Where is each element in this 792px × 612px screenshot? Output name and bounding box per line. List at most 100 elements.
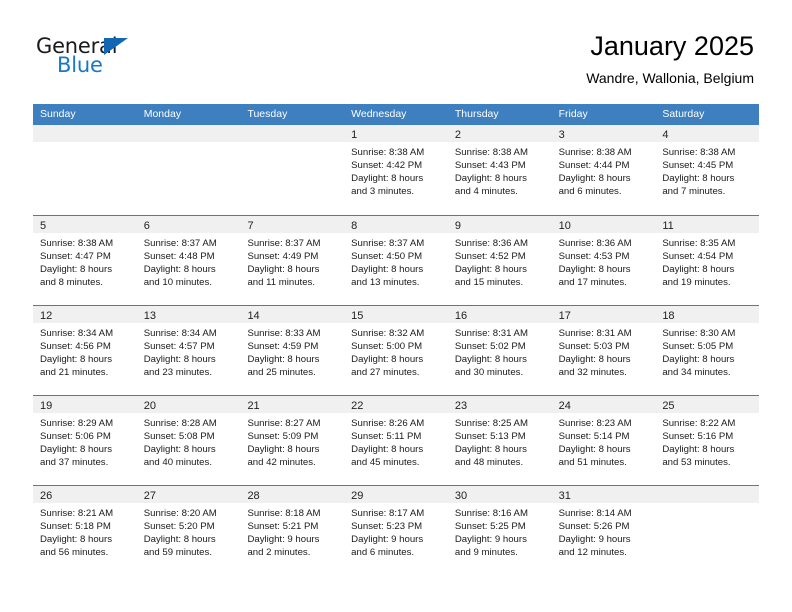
- daylight-text: Daylight: 8 hours: [558, 173, 631, 185]
- daylight-text: Daylight: 8 hours: [247, 264, 320, 276]
- sunrise-text: Sunrise: 8:38 AM: [351, 147, 425, 158]
- calendar-day-cell[interactable]: 11 Sunrise: 8:35 AM Sunset: 4:54 PM Dayligh…: [655, 216, 760, 305]
- day-number: 8: [351, 220, 358, 232]
- daylight-text: and 48 minutes.: [454, 457, 524, 469]
- calendar-day-cell[interactable]: 30 Sunrise: 8:16 AM Sunset: 5:25 PM Dayligh…: [447, 486, 552, 575]
- day-number: 4: [662, 129, 669, 141]
- calendar-day-cell[interactable]: 26 Sunrise: 8:21 AM Sunset: 5:18 PM Dayligh…: [33, 486, 137, 575]
- day-number: 20: [143, 400, 156, 412]
- calendar-day-cell[interactable]: 10 Sunrise: 8:36 AM Sunset: 4:53 PM Dayligh…: [551, 216, 656, 305]
- calendar-day-cell[interactable]: 19 Sunrise: 8:29 AM Sunset: 5:06 PM Dayligh…: [33, 396, 137, 485]
- day-details: Sunrise: 8:37 AM Sunset: 4:48 PM Daylight:…: [137, 233, 241, 289]
- calendar-day-cell[interactable]: 29 Sunrise: 8:17 AM Sunset: 5:23 PM Dayligh…: [344, 486, 448, 575]
- calendar-day-cell[interactable]: 18 Sunrise: 8:30 AM Sunset: 5:05 PM Dayligh…: [655, 306, 760, 395]
- day-number: 16: [454, 310, 468, 322]
- calendar-day-cell[interactable]: 4 Sunrise: 8:38 AM Sunset: 4:45 PM Daylight…: [655, 125, 760, 215]
- calendar-day-cell[interactable]: 23 Sunrise: 8:25 AM Sunset: 5:13 PM Dayligh…: [447, 396, 552, 485]
- sunset-text: Sunset: 4:59 PM: [247, 341, 319, 353]
- calendar-day-cell[interactable]: 7 Sunrise: 8:37 AM Sunset: 4:49 PM Daylight…: [240, 216, 345, 305]
- daylight-text: Daylight: 8 hours: [662, 173, 735, 185]
- day-number: 18: [662, 310, 675, 322]
- calendar-day-cell[interactable]: 24 Sunrise: 8:23 AM Sunset: 5:14 PM Dayligh…: [551, 396, 656, 485]
- daylight-text: Daylight: 8 hours: [558, 354, 631, 366]
- day-number: 30: [454, 490, 468, 502]
- weekday-header-row: Sunday Monday Tuesday Wednesday Thursday Frid…: [33, 104, 759, 125]
- calendar-day-cell[interactable]: 6 Sunrise: 8:37 AM Sunset: 4:48 PM Daylight…: [136, 216, 241, 305]
- calendar-week-row: 12 Sunrise: 8:34 AM Sunset: 4:56 PM Dayligh…: [33, 305, 760, 395]
- day-details: Sunrise: 8:34 AM Sunset: 4:56 PM Daylight:…: [33, 323, 137, 379]
- sunrise-text: Sunrise: 8:14 AM: [558, 508, 632, 519]
- calendar-day-cell[interactable]: 17 Sunrise: 8:31 AM Sunset: 5:03 PM Dayligh…: [551, 306, 656, 395]
- day-number-band: 15: [344, 306, 448, 323]
- day-number: 13: [143, 310, 156, 322]
- calendar-day-cell[interactable]: 27 Sunrise: 8:20 AM Sunset: 5:20 PM Dayligh…: [136, 486, 241, 575]
- day-number-band: [136, 125, 241, 142]
- day-number: 24: [558, 400, 571, 412]
- sunrise-text: Sunrise: 8:38 AM: [662, 147, 736, 158]
- calendar-day-cell[interactable]: 28 Sunrise: 8:18 AM Sunset: 5:21 PM Dayligh…: [240, 486, 345, 575]
- calendar-day-cell-empty: [655, 486, 760, 575]
- calendar-day-cell[interactable]: 16 Sunrise: 8:31 AM Sunset: 5:02 PM Dayligh…: [447, 306, 552, 395]
- day-details: Sunrise: 8:37 AM Sunset: 4:50 PM Daylight:…: [344, 233, 448, 289]
- daylight-text: and 59 minutes.: [143, 547, 212, 559]
- page-subtitle: Wandre, Wallonia, Belgium: [586, 70, 754, 86]
- daylight-text: Daylight: 8 hours: [247, 354, 320, 366]
- calendar-day-cell[interactable]: 22 Sunrise: 8:26 AM Sunset: 5:11 PM Dayligh…: [344, 396, 448, 485]
- day-number-band: 16: [447, 306, 552, 323]
- sunset-text: Sunset: 5:05 PM: [662, 341, 734, 353]
- calendar-day-cell[interactable]: 20 Sunrise: 8:28 AM Sunset: 5:08 PM Dayligh…: [136, 396, 241, 485]
- calendar-day-cell[interactable]: 31 Sunrise: 8:14 AM Sunset: 5:26 PM Dayligh…: [551, 486, 656, 575]
- daylight-text: and 27 minutes.: [351, 367, 420, 379]
- day-details: Sunrise: 8:31 AM Sunset: 5:03 PM Daylight:…: [552, 323, 656, 379]
- day-number-band: 23: [447, 396, 552, 413]
- daylight-text: Daylight: 8 hours: [662, 264, 735, 276]
- day-number-band: 12: [33, 306, 137, 323]
- day-details: Sunrise: 8:23 AM Sunset: 5:14 PM Daylight:…: [552, 413, 656, 469]
- daylight-text: Daylight: 8 hours: [558, 444, 631, 456]
- calendar-day-cell[interactable]: 2 Sunrise: 8:38 AM Sunset: 4:43 PM Daylight…: [447, 125, 552, 215]
- sunset-text: Sunset: 5:02 PM: [454, 341, 526, 353]
- sunrise-text: Sunrise: 8:37 AM: [247, 238, 321, 249]
- calendar-day-cell[interactable]: 3 Sunrise: 8:38 AM Sunset: 4:44 PM Daylight…: [551, 125, 656, 215]
- sunset-text: Sunset: 5:13 PM: [454, 431, 526, 443]
- day-number-band: 26: [33, 486, 137, 503]
- sunrise-text: Sunrise: 8:31 AM: [558, 328, 632, 339]
- day-number-band: 18: [655, 306, 760, 323]
- calendar-day-cell[interactable]: 13 Sunrise: 8:34 AM Sunset: 4:57 PM Dayligh…: [136, 306, 241, 395]
- daylight-text: Daylight: 8 hours: [662, 444, 735, 456]
- sunrise-text: Sunrise: 8:35 AM: [662, 238, 736, 249]
- calendar-day-cell[interactable]: 14 Sunrise: 8:33 AM Sunset: 4:59 PM Dayligh…: [240, 306, 345, 395]
- sunrise-text: Sunrise: 8:18 AM: [247, 508, 321, 519]
- day-details: Sunrise: 8:27 AM Sunset: 5:09 PM Daylight:…: [240, 413, 344, 469]
- calendar-day-cell[interactable]: 12 Sunrise: 8:34 AM Sunset: 4:56 PM Dayligh…: [33, 306, 137, 395]
- daylight-text: and 9 minutes.: [454, 547, 518, 559]
- sunrise-text: Sunrise: 8:33 AM: [247, 328, 321, 339]
- day-number: 9: [454, 220, 461, 232]
- calendar-day-cell[interactable]: 15 Sunrise: 8:32 AM Sunset: 5:00 PM Dayligh…: [344, 306, 448, 395]
- sunset-text: Sunset: 5:14 PM: [558, 431, 630, 443]
- day-details: Sunrise: 8:38 AM Sunset: 4:45 PM Daylight:…: [655, 142, 759, 198]
- daylight-text: and 8 minutes.: [40, 277, 103, 289]
- calendar-day-cell[interactable]: 1 Sunrise: 8:38 AM Sunset: 4:42 PM Daylight…: [344, 125, 448, 215]
- day-number: 3: [558, 129, 565, 141]
- day-details: Sunrise: 8:30 AM Sunset: 5:05 PM Daylight:…: [655, 323, 759, 379]
- daylight-text: Daylight: 8 hours: [143, 354, 216, 366]
- daylight-text: Daylight: 9 hours: [558, 534, 631, 546]
- sunset-text: Sunset: 4:42 PM: [351, 160, 423, 172]
- day-number: 28: [247, 490, 260, 502]
- calendar-day-cell[interactable]: 21 Sunrise: 8:27 AM Sunset: 5:09 PM Dayligh…: [240, 396, 345, 485]
- daylight-text: Daylight: 8 hours: [454, 444, 527, 456]
- sunset-text: Sunset: 5:21 PM: [247, 521, 319, 533]
- calendar-day-cell[interactable]: 9 Sunrise: 8:36 AM Sunset: 4:52 PM Daylight…: [447, 216, 552, 305]
- calendar-day-cell[interactable]: 25 Sunrise: 8:22 AM Sunset: 5:16 PM Dayligh…: [655, 396, 760, 485]
- daylight-text: Daylight: 8 hours: [143, 444, 216, 456]
- day-details: Sunrise: 8:18 AM Sunset: 5:21 PM Daylight:…: [240, 503, 344, 559]
- day-details: Sunrise: 8:28 AM Sunset: 5:08 PM Daylight:…: [137, 413, 241, 469]
- calendar-day-cell[interactable]: 8 Sunrise: 8:37 AM Sunset: 4:50 PM Daylight…: [344, 216, 448, 305]
- sunrise-text: Sunrise: 8:37 AM: [143, 238, 217, 249]
- day-number: 7: [247, 220, 254, 232]
- calendar-day-cell[interactable]: 5 Sunrise: 8:38 AM Sunset: 4:47 PM Daylight…: [33, 216, 137, 305]
- day-number-band: 4: [655, 125, 760, 142]
- daylight-text: and 42 minutes.: [247, 457, 316, 469]
- day-number-band: 19: [33, 396, 137, 413]
